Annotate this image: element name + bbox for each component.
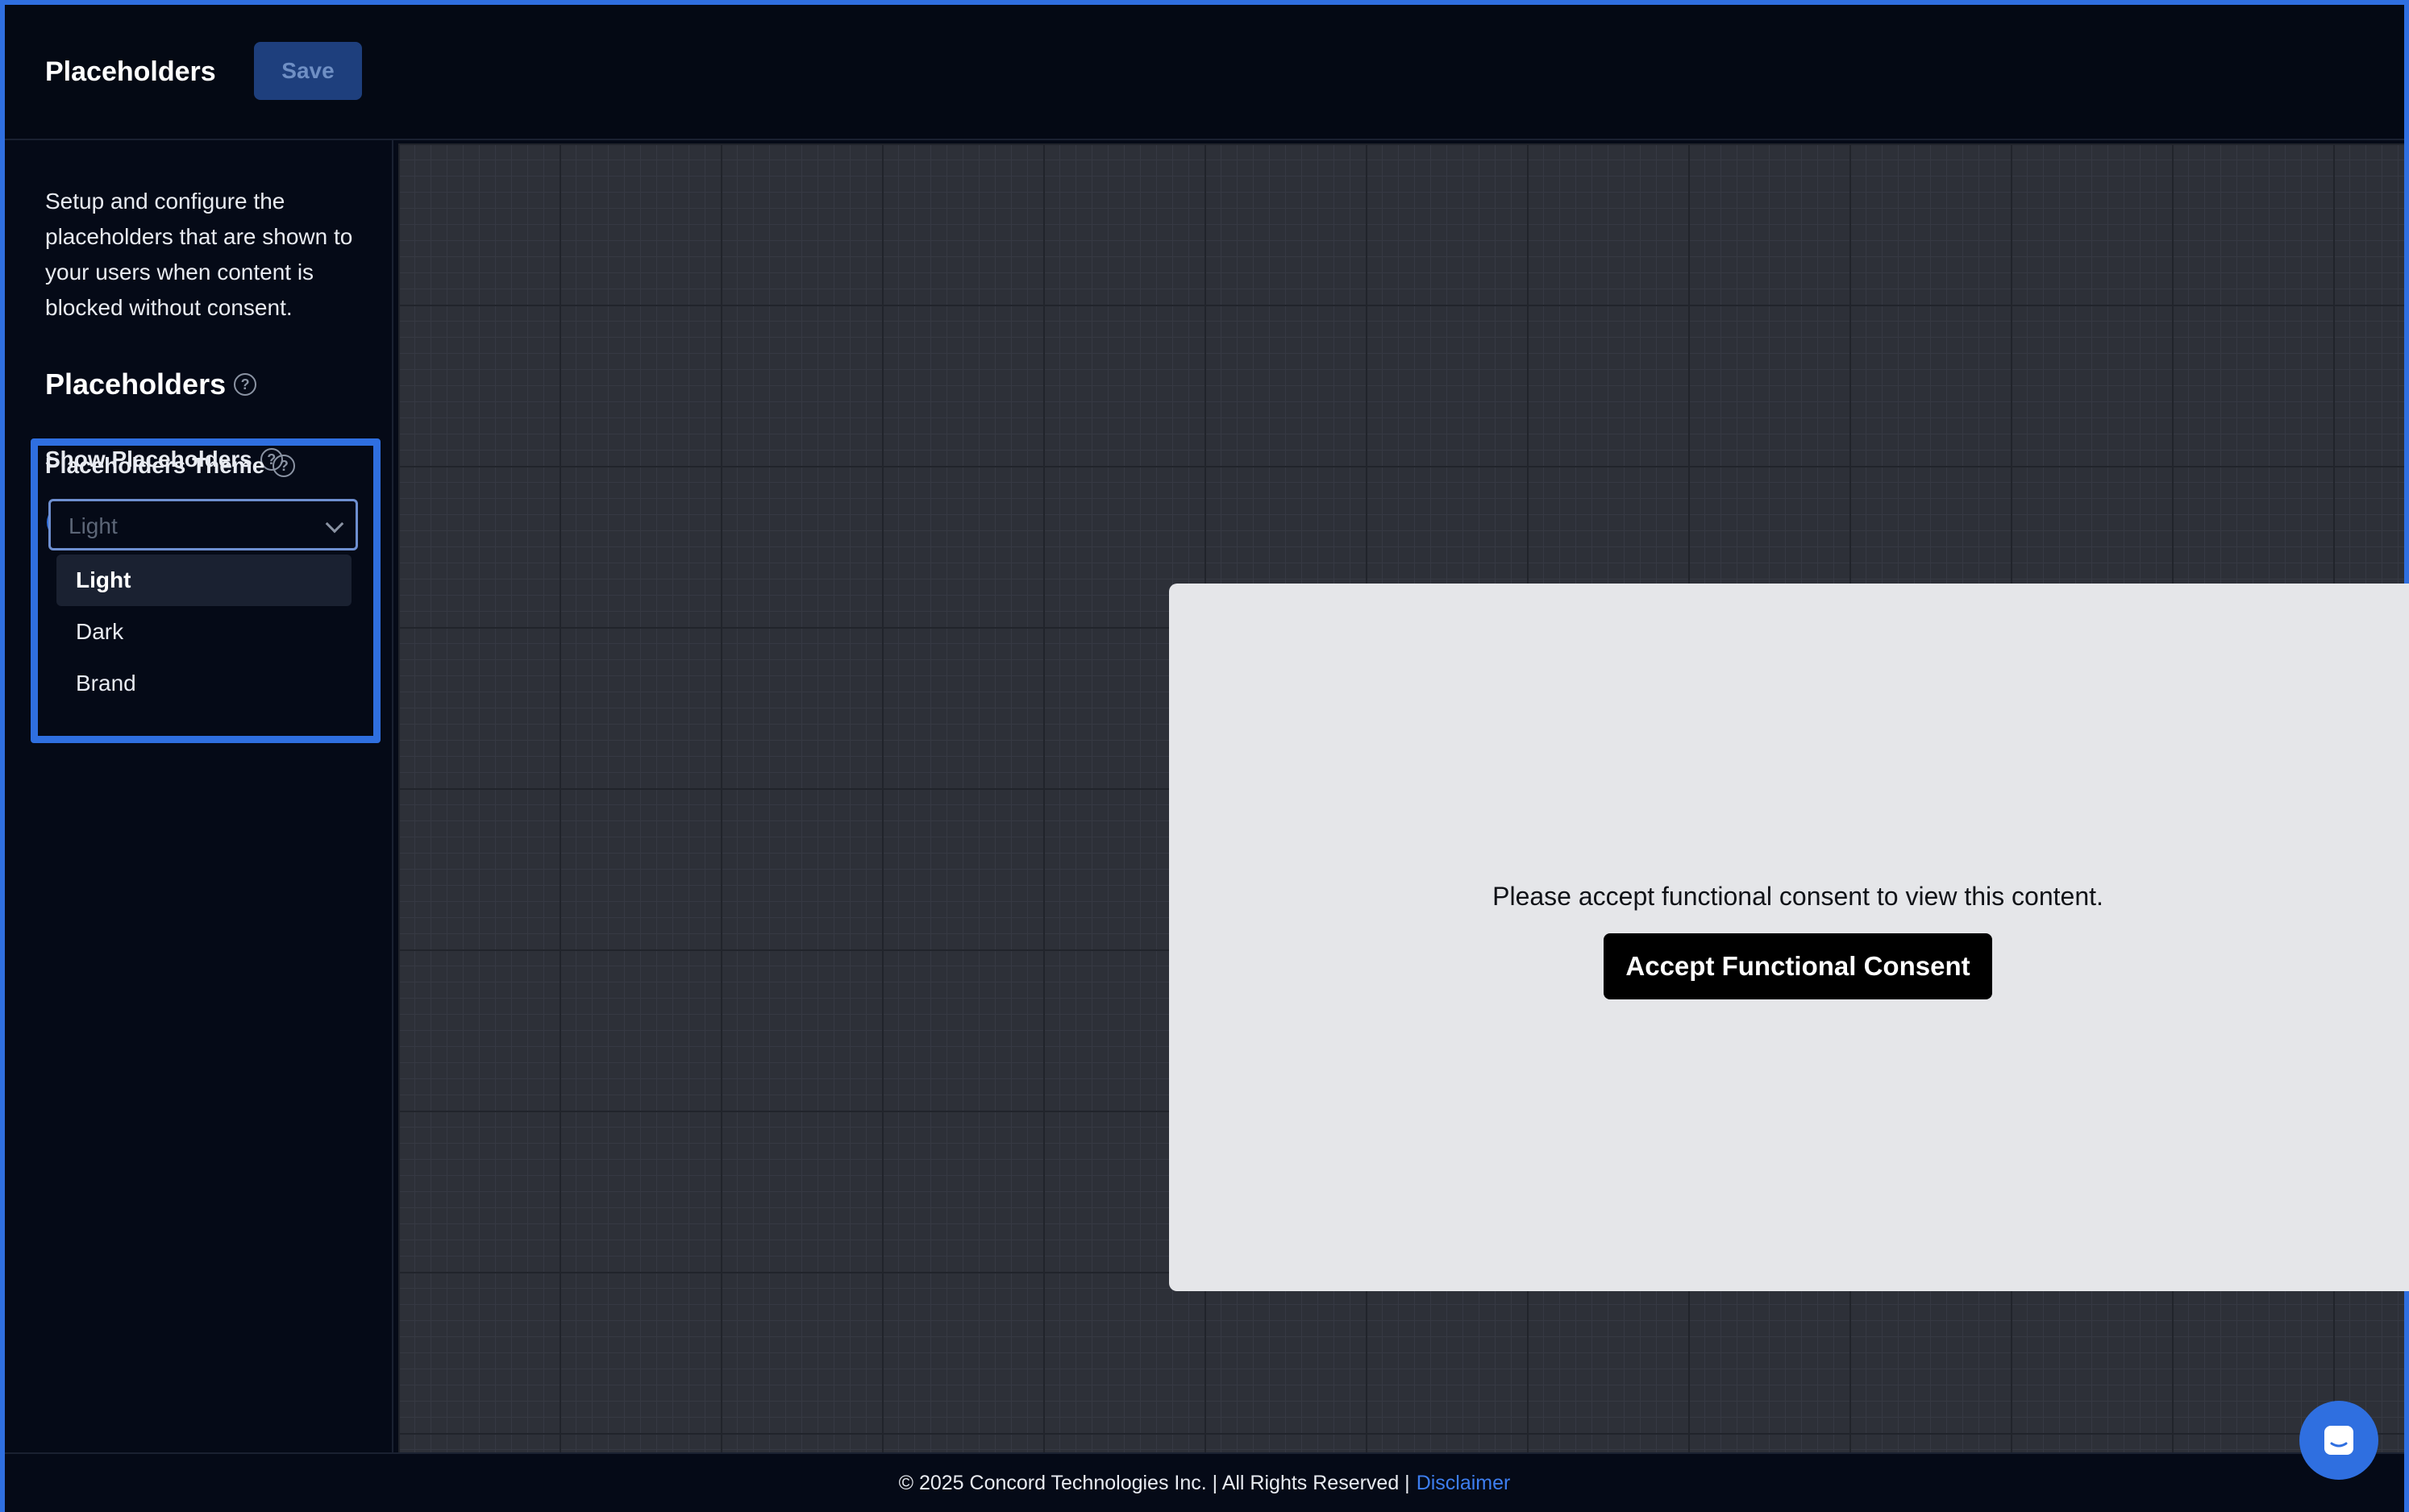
footer-copyright: © 2025 Concord Technologies Inc. | All R… bbox=[898, 1471, 1410, 1494]
theme-dropdown-menu: Light Dark Brand bbox=[50, 555, 364, 730]
save-button[interactable]: Save bbox=[254, 42, 362, 100]
placeholders-theme-label-text: Placeholders Theme bbox=[45, 453, 265, 478]
app-frame: Placeholders Save Setup and configure th… bbox=[0, 0, 2409, 1512]
theme-option-dark[interactable]: Dark bbox=[56, 606, 352, 658]
chat-icon bbox=[2324, 1426, 2353, 1455]
section-title: Placeholders ? bbox=[45, 368, 257, 401]
disclaimer-link[interactable]: Disclaimer bbox=[1417, 1472, 1511, 1495]
theme-select[interactable]: Light bbox=[48, 499, 358, 550]
footer: © 2025 Concord Technologies Inc. | All R… bbox=[5, 1452, 2404, 1512]
chat-launcher-button[interactable] bbox=[2299, 1401, 2378, 1480]
page-title: Placeholders bbox=[45, 56, 216, 87]
chevron-down-icon bbox=[325, 514, 344, 534]
placeholder-message: Please accept functional consent to view… bbox=[1492, 882, 2103, 911]
settings-sidebar: Setup and configure the placeholders tha… bbox=[5, 140, 393, 1452]
section-title-text: Placeholders bbox=[45, 368, 227, 401]
top-bar: Placeholders Save bbox=[5, 5, 2404, 140]
accept-functional-consent-button[interactable]: Accept Functional Consent bbox=[1604, 933, 1992, 999]
placeholder-preview-card: Please accept functional consent to view… bbox=[1169, 584, 2409, 1291]
theme-select-value: Light bbox=[69, 513, 118, 538]
placeholders-theme-label: Placeholders Theme ? bbox=[45, 453, 296, 479]
sidebar-description: Setup and configure the placeholders tha… bbox=[45, 189, 353, 320]
help-icon[interactable]: ? bbox=[234, 373, 257, 396]
theme-option-brand[interactable]: Brand bbox=[56, 658, 352, 709]
preview-canvas: Please accept functional consent to view… bbox=[398, 143, 2409, 1452]
help-icon[interactable]: ? bbox=[273, 455, 296, 477]
theme-option-light[interactable]: Light bbox=[56, 555, 352, 606]
